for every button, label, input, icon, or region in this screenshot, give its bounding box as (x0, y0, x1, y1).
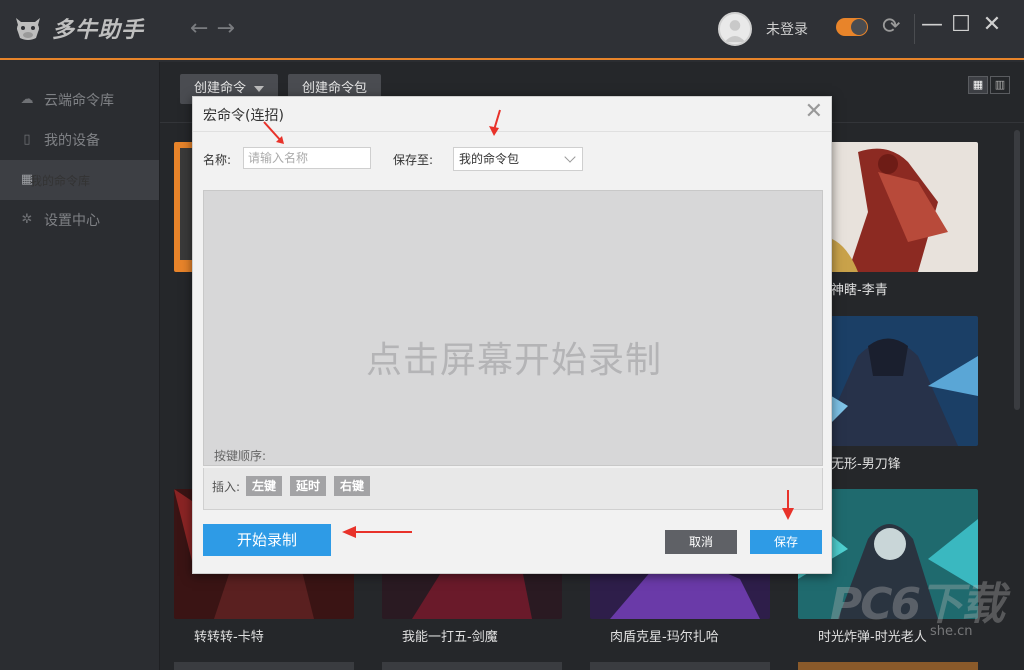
card-caption: 肉盾克星-玛尔扎哈 (610, 630, 719, 645)
cow-logo-icon (16, 18, 40, 40)
name-input[interactable] (243, 147, 371, 169)
title-bar: 多牛助手 ← → 未登录 ⟳ — ☐ ✕ (0, 0, 1024, 60)
cloud-icon: ☁ (20, 92, 34, 107)
create-command-label: 创建命令 (194, 81, 247, 96)
divider (914, 14, 915, 44)
list-item[interactable] (590, 662, 770, 670)
watermark: PC6下载 (830, 579, 1005, 630)
sidebar-item-settings[interactable]: ✲ 设置中心 (0, 200, 159, 240)
sidebar-item-label: 我的命令库 (30, 173, 91, 188)
minimize-icon[interactable]: — (920, 12, 944, 37)
card-caption: 转转转-卡特 (194, 630, 264, 645)
divider (193, 131, 831, 132)
save-to-value: 我的命令包 (459, 152, 520, 166)
sidebar-item-cloud-library[interactable]: ☁ 云端命令库 (0, 80, 159, 120)
save-to-label: 保存至: (393, 153, 434, 167)
grid-view-icon[interactable]: ▦ (968, 76, 988, 94)
record-area[interactable]: 点击屏幕开始录制 按键顺序: (203, 190, 823, 466)
insert-delay-button[interactable]: 延时 (290, 476, 327, 496)
dialog-close-icon[interactable]: ✕ (805, 101, 823, 123)
insert-left-click-button[interactable]: 左键 (246, 476, 283, 496)
app-title: 多牛助手 (52, 18, 145, 43)
watermark-url: she.cn (930, 624, 973, 639)
key-order-label: 按键顺序: (214, 449, 267, 463)
sidebar-item-my-devices[interactable]: ▯ 我的设备 (0, 120, 159, 160)
gear-icon: ✲ (21, 212, 33, 227)
sidebar-item-my-library[interactable]: ▦ 我的命令库 (0, 160, 159, 200)
refresh-icon[interactable]: ⟳ (882, 14, 900, 39)
record-hint: 点击屏幕开始录制 (365, 340, 662, 381)
insert-label: 插入: (212, 480, 241, 494)
list-item[interactable] (798, 662, 978, 670)
back-arrow-icon[interactable]: ← (190, 16, 208, 41)
sidebar-item-label: 云端命令库 (44, 93, 114, 109)
login-status[interactable]: 未登录 (766, 19, 808, 39)
theme-toggle[interactable] (836, 18, 868, 36)
close-icon[interactable]: ✕ (980, 12, 1004, 37)
save-to-select[interactable]: 我的命令包 (453, 147, 583, 171)
list-item[interactable] (174, 662, 354, 670)
list-item[interactable] (382, 662, 562, 670)
cancel-button[interactable]: 取消 (665, 530, 737, 554)
sidebar-item-label: 我的设备 (44, 133, 100, 149)
sidebar-item-label: 设置中心 (44, 213, 100, 229)
list-view-icon[interactable]: ▥ (990, 76, 1010, 94)
app-logo: 多牛助手 (12, 12, 144, 44)
user-avatar-icon (724, 20, 746, 43)
nav-arrows: ← → (190, 16, 235, 41)
view-toggles: ▦ ▥ (968, 76, 1010, 94)
start-record-button[interactable]: 开始录制 (203, 524, 331, 556)
sidebar: ☁ 云端命令库 ▯ 我的设备 ▦ 我的命令库 ✲ 设置中心 (0, 62, 160, 670)
dialog-title: 宏命令(连招) (203, 108, 284, 124)
card-caption: 我能一打五-剑魔 (402, 630, 498, 645)
save-button[interactable]: 保存 (750, 530, 822, 554)
scrollbar[interactable] (1014, 130, 1020, 410)
mouse-icon: ▯ (23, 132, 31, 147)
avatar[interactable] (718, 12, 752, 46)
name-label: 名称: (203, 153, 232, 167)
insert-right-click-button[interactable]: 右键 (334, 476, 371, 496)
caret-down-icon (254, 85, 265, 92)
maximize-icon[interactable]: ☐ (949, 12, 973, 37)
chevron-down-icon (564, 151, 576, 163)
insert-row: 插入: 左键 延时 右键 (203, 468, 823, 510)
macro-command-dialog: 宏命令(连招) ✕ 名称: 保存至: 我的命令包 点击屏幕开始录制 按键顺序: … (192, 96, 832, 574)
forward-arrow-icon[interactable]: → (216, 16, 234, 41)
